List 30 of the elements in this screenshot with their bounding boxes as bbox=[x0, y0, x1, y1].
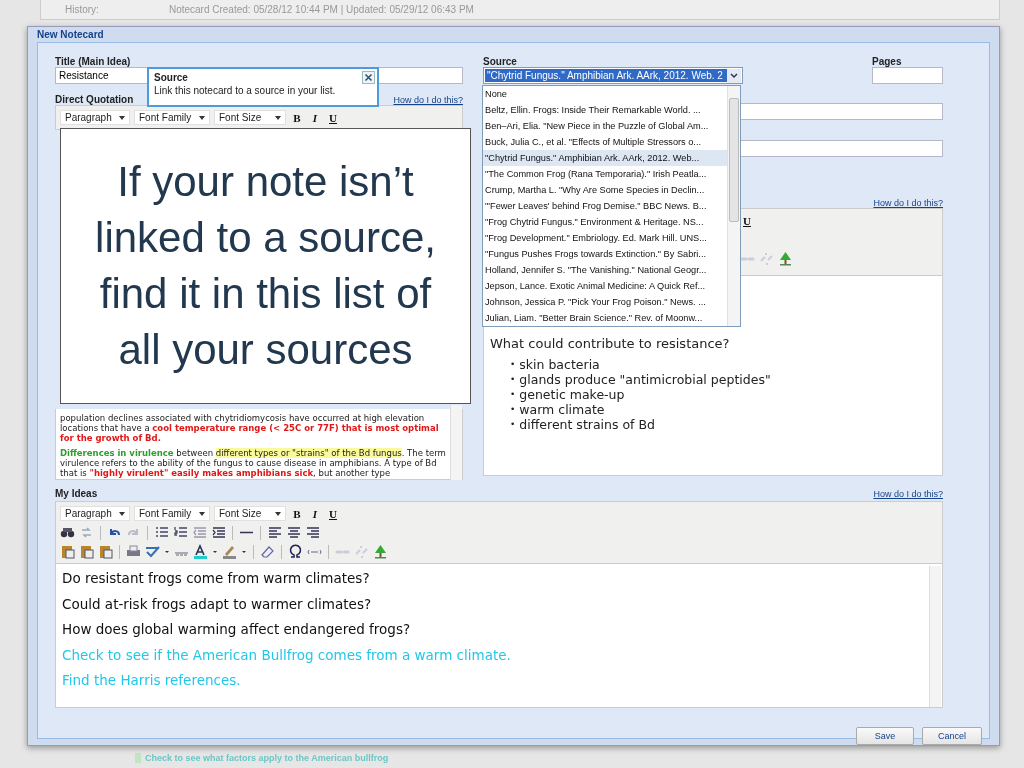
tooltip-text: Link this notecard to a source in your list. bbox=[154, 85, 337, 96]
bullet-marker: • bbox=[510, 358, 516, 371]
quotation-label: Direct Quotation bbox=[55, 94, 134, 105]
idea-line: Could at-risk frogs adapt to warmer climates? bbox=[62, 595, 373, 614]
bullet-item: different strains of Bd bbox=[519, 417, 655, 432]
tooltip-title: Source bbox=[154, 72, 189, 83]
bullet-item: warm climate bbox=[519, 402, 605, 417]
bullet-marker: • bbox=[510, 388, 516, 401]
idea-line: Check to see if the American Bullfrog comes from a warm climate. bbox=[62, 646, 512, 665]
bullet-item: skin bacteria bbox=[519, 357, 600, 372]
history-label: History: bbox=[65, 4, 99, 15]
quotation-paragraph: population declines associated with chytridiomycosis have occurred at high elevation locations that have a cool temperature range (< 25C or 77F) that is most optimal for the growth of Bd. bbox=[60, 413, 440, 443]
ideas-label: My Ideas bbox=[55, 488, 98, 499]
quotation-paragraph: Differences in virulence between different types or "strains" of the Bd fungus. The term virulence refers to the ability of the fungus to cause disease in amphibians. A type of Bd that is "highly virulent" easily makes amphibians sick, but another type bbox=[60, 448, 447, 478]
bullet-marker: • bbox=[510, 403, 516, 416]
callout-text: If your note isn’t linked to a source, find it in this list of all your sources bbox=[94, 157, 437, 375]
bullet-item: glands produce "antimicrobial peptides" bbox=[519, 372, 771, 387]
idea-line: How does global warming affect endangered frogs? bbox=[62, 621, 412, 639]
bullet-marker: • bbox=[510, 418, 516, 431]
note-text: Check to see what factors apply to the American bullfrog bbox=[135, 753, 389, 763]
notes-text: What could contribute to resistance? bbox=[490, 336, 731, 351]
bullet-marker: • bbox=[510, 373, 516, 386]
bullet-item: genetic make-up bbox=[519, 387, 625, 402]
history-text: Notecard Created: 05/28/12 10:44 PM | Updated: 05/29/12 06:43 PM bbox=[168, 4, 474, 15]
title-label: Title (Main Idea) bbox=[55, 56, 132, 67]
source-label: Source bbox=[483, 56, 518, 67]
idea-line: Do resistant frogs come from warm climates? bbox=[62, 570, 371, 588]
idea-line: Find the Harris references. bbox=[62, 672, 242, 690]
dialog-title: New Notecard bbox=[37, 29, 105, 42]
pages-label: Pages bbox=[872, 56, 903, 67]
